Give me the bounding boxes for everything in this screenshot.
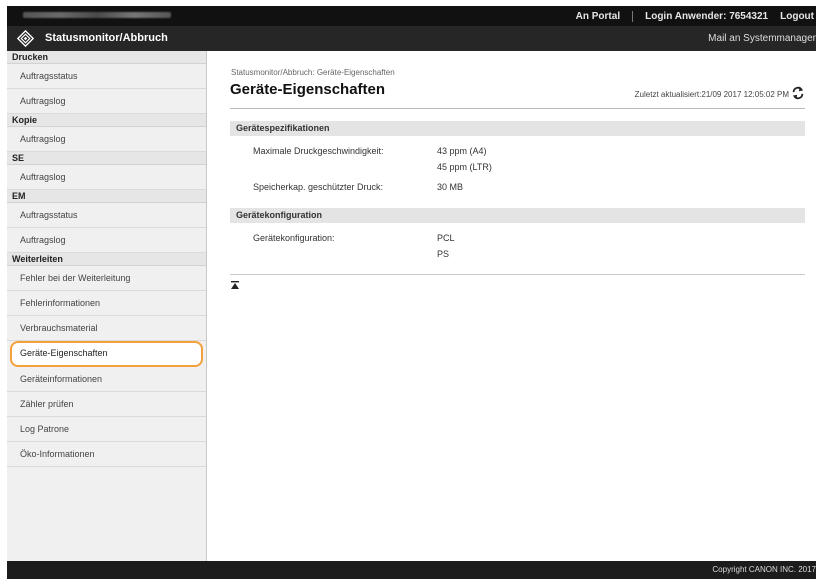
refresh-icon[interactable] xyxy=(791,86,805,100)
main-content: Statusmonitor/Abbruch: Geräte-Eigenschaf… xyxy=(208,51,816,561)
value-speicherkapazitaet: 30 MB xyxy=(437,182,464,192)
portal-link[interactable]: An Portal xyxy=(576,11,620,22)
copyright-text: Copyright CANON INC. 2017 xyxy=(712,565,816,574)
sidebar-item-oeko-informationen[interactable]: Öko-Informationen xyxy=(7,442,206,467)
sidebar-section-kopie: Kopie xyxy=(7,114,206,127)
sidebar-item-fehler-weiterleitung[interactable]: Fehler bei der Weiterleitung xyxy=(7,266,206,291)
label-speicherkapazitaet: Speicherkap. geschützter Druck: xyxy=(253,182,384,192)
sidebar-section-drucken: Drucken xyxy=(7,51,206,64)
login-label-text: Login Anwender: xyxy=(645,10,727,22)
sidebar-item-geraete-eigenschaften[interactable]: Geräte-Eigenschaften xyxy=(10,341,203,367)
sidebar-item-geraeteinformationen[interactable]: Geräteinformationen xyxy=(7,367,206,392)
sidebar-item-se-auftragslog[interactable]: Auftragslog xyxy=(7,165,206,190)
blurred-device-name xyxy=(23,12,171,18)
login-label: Login Anwender: 7654321 xyxy=(645,11,768,22)
sidebar-item-drucken-auftragslog[interactable]: Auftragslog xyxy=(7,89,206,114)
sidebar-item-drucken-auftragsstatus[interactable]: Auftragsstatus xyxy=(7,64,206,89)
sidebar-item-verbrauchsmaterial[interactable]: Verbrauchsmaterial xyxy=(7,316,206,341)
top-links: An Portal Login Anwender: 7654321 Logout xyxy=(576,6,816,26)
sidebar-item-em-auftragslog[interactable]: Auftragslog xyxy=(7,228,206,253)
title-divider xyxy=(230,108,805,109)
sidebar-nav: Drucken Auftragsstatus Auftragslog Kopie… xyxy=(7,51,207,561)
breadcrumb: Statusmonitor/Abbruch: Geräte-Eigenschaf… xyxy=(231,68,395,77)
top-bar: An Portal Login Anwender: 7654321 Logout xyxy=(7,6,816,26)
login-user: 7654321 xyxy=(729,10,769,22)
browser-page: An Portal Login Anwender: 7654321 Logout… xyxy=(7,6,816,579)
sidebar-item-log-patrone[interactable]: Log Patrone xyxy=(7,417,206,442)
sidebar-section-se: SE xyxy=(7,152,206,165)
sidebar-section-em: EM xyxy=(7,190,206,203)
section-geraetekonfiguration: Gerätekonfiguration xyxy=(230,208,805,223)
sidebar-item-em-auftragsstatus[interactable]: Auftragsstatus xyxy=(7,203,206,228)
value-speed-a4: 43 ppm (A4) xyxy=(437,146,487,156)
value-speed-ltr: 45 ppm (LTR) xyxy=(437,162,492,172)
value-config-ps: PS xyxy=(437,249,450,259)
canon-diamond-logo-icon xyxy=(17,30,34,47)
section-geraetespezifikationen: Gerätespezifikationen xyxy=(230,121,805,136)
sidebar-item-fehlerinformationen[interactable]: Fehlerinformationen xyxy=(7,291,206,316)
label-geraetekonfiguration: Gerätekonfiguration: xyxy=(253,233,335,243)
footer: Copyright CANON INC. 2017 xyxy=(7,561,816,579)
value-config-pcl: PCL xyxy=(437,233,455,243)
sidebar-item-zaehler-pruefen[interactable]: Zähler prüfen xyxy=(7,392,206,417)
last-updated-text: Zuletzt aktualisiert:21/09 2017 12:05:02… xyxy=(634,90,789,99)
label-max-druckgeschwindigkeit: Maximale Druckgeschwindigkeit: xyxy=(253,146,384,156)
title-bar: Statusmonitor/Abbruch Mail an Systemmana… xyxy=(7,26,816,51)
logout-link[interactable]: Logout xyxy=(780,11,814,22)
back-to-top-icon[interactable] xyxy=(231,281,239,289)
sidebar-section-weiterleiten: Weiterleiten xyxy=(7,253,206,266)
mail-admin-link[interactable]: Mail an Systemmanager xyxy=(708,26,816,51)
sidebar-item-kopie-auftragslog[interactable]: Auftragslog xyxy=(7,127,206,152)
app-title: Statusmonitor/Abbruch xyxy=(45,32,168,44)
page-title: Geräte-Eigenschaften xyxy=(230,81,386,98)
bottom-divider xyxy=(230,274,805,275)
divider xyxy=(632,10,634,22)
